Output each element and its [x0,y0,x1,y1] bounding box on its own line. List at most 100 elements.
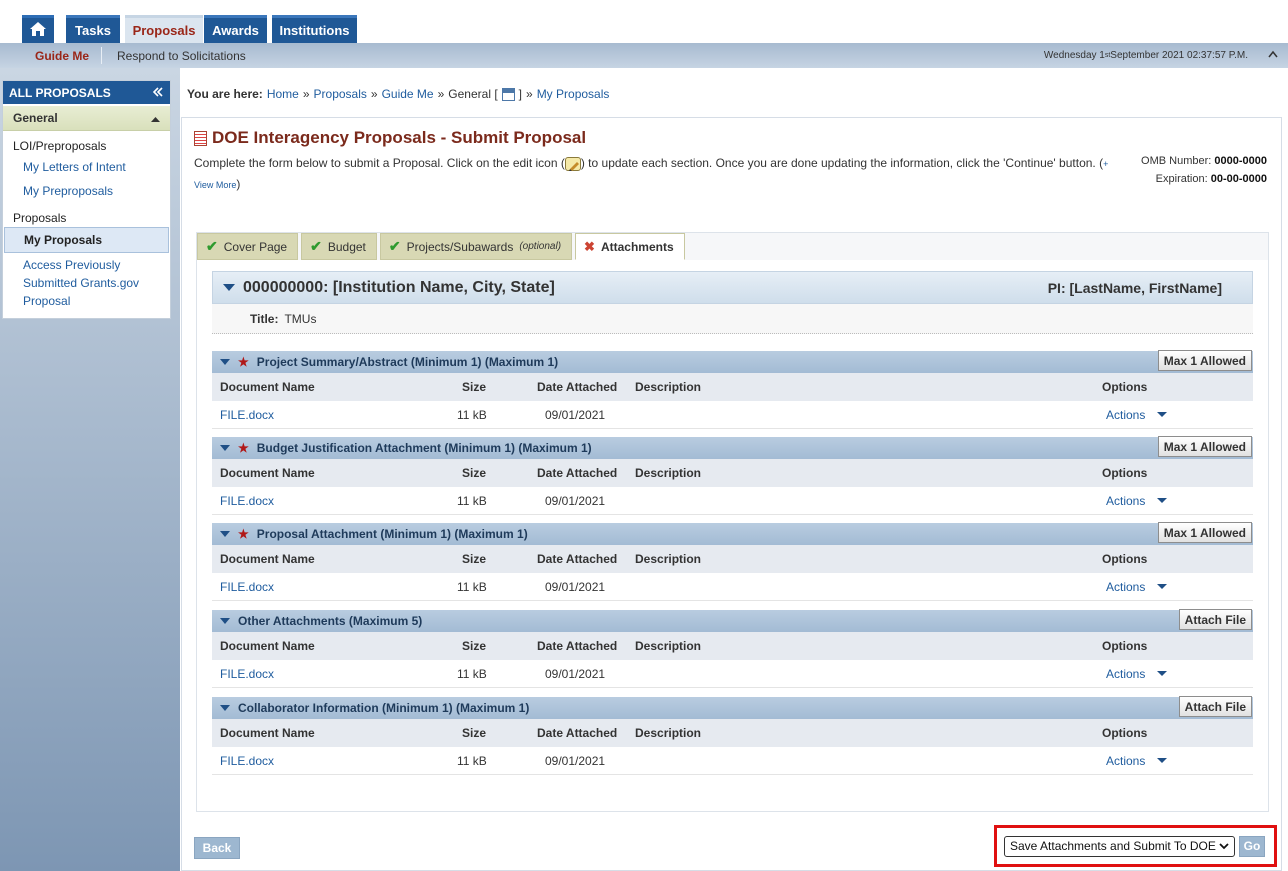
nav-tab-awards[interactable]: Awards [204,15,267,43]
actions-dropdown[interactable]: Actions [1106,408,1168,422]
institution-header[interactable]: 000000000: [Institution Name, City, Stat… [212,271,1253,304]
col-document-name: Document Name [220,466,315,480]
tab-budget[interactable]: ✔ Budget [301,233,377,260]
actions-dropdown[interactable]: Actions [1106,493,1168,508]
institution-name-text: 000000000: [Institution Name, City, Stat… [243,278,555,296]
breadcrumb-home[interactable]: Home [267,87,299,101]
check-icon: ✔ [206,238,218,254]
attachment-section-header[interactable]: ★ Project Summary/Abstract (Minimum 1) (… [212,350,1253,373]
actions-dropdown[interactable]: Actions [1106,580,1168,594]
sidebar-panel: ALL PROPOSALS General LOI/Preproposals M… [2,80,171,319]
attachment-section-header[interactable]: Collaborator Information (Minimum 1) (Ma… [212,696,1253,719]
back-button[interactable]: Back [194,837,240,859]
collapse-triangle-icon[interactable] [220,359,230,365]
col-options: Options [1102,552,1148,566]
view-more-plus[interactable]: + [1103,159,1108,169]
collapse-triangle-icon[interactable] [220,445,230,451]
breadcrumb-separator: » [370,87,378,101]
breadcrumb-my-proposals[interactable]: My Proposals [537,87,610,101]
col-size: Size [462,639,487,653]
sidebar-link-letters-of-intent[interactable]: My Letters of Intent [3,155,170,179]
table-row: FILE.docx 11 kB 09/01/2021 Actions [212,660,1253,688]
intro-close: ) [236,177,241,191]
nav-tab-institutions[interactable]: Institutions [272,15,357,43]
col-options: Options [1102,380,1148,394]
institution-name: 000000000: [Institution Name, City, Stat… [223,279,555,297]
max-allowed-button[interactable]: Max 1 Allowed [1157,522,1252,543]
max-allowed-button[interactable]: Max 1 Allowed [1157,350,1252,371]
sidebar: ALL PROPOSALS General LOI/Preproposals M… [0,68,180,871]
attachment-section-header[interactable]: ★ Budget Justification Attachment (Minim… [212,436,1253,459]
sidebar-link-my-proposals[interactable]: My Proposals [4,227,169,253]
breadcrumb-proposals[interactable]: Proposals [314,87,367,101]
col-description: Description [635,466,702,480]
attachment-section-title: Other Attachments (Maximum 5) [238,614,423,628]
sidebar-link-preproposals[interactable]: My Preproposals [3,179,170,203]
tab-attachments[interactable]: ✖ Attachments [575,233,685,260]
omb-label: OMB Number: [1141,155,1212,167]
go-button[interactable]: Go [1239,835,1265,857]
file-size: 11 kB [457,666,487,681]
subnav-divider [101,47,102,64]
tab-projects-subawards[interactable]: ✔ Projects/Subawards (optional) [379,233,573,260]
submit-action-select[interactable]: Save Attachments and Submit To DOE [1004,835,1235,857]
collapse-triangle-icon[interactable] [220,618,230,624]
required-star-icon: ★ [238,441,249,455]
max-allowed-button[interactable]: Max 1 Allowed [1157,436,1252,457]
col-date-attached: Date Attached [537,726,618,740]
nav-tab-tasks[interactable]: Tasks [66,15,120,43]
attachment-section-header[interactable]: Other Attachments (Maximum 5) Attach Fil… [212,609,1253,632]
collapse-triangle-icon[interactable] [220,531,230,537]
table-header: Document Name Size Date Attached Descrip… [212,632,1253,660]
collapse-header-icon[interactable] [1268,47,1278,61]
attach-file-button[interactable]: Attach File [1178,696,1252,717]
attachment-section-title: Budget Justification Attachment (Minimum… [256,441,592,455]
tab-cover-page[interactable]: ✔ Cover Page [197,233,299,260]
tab-row: ✔ Cover Page ✔ Budget ✔ Projects/Subawar… [197,233,685,260]
proposal-tabs: ✔ Cover Page ✔ Budget ✔ Projects/Subawar… [196,232,1269,812]
collapse-triangle-icon[interactable] [223,284,235,291]
calendar-icon[interactable] [501,87,515,101]
required-star-icon: ★ [238,527,249,541]
subnav-respond-to-solicitations[interactable]: Respond to Solicitations [117,43,246,68]
actions-dropdown[interactable]: Actions [1106,667,1168,681]
nav-tab-proposals[interactable]: Proposals [125,15,203,43]
collapse-sidebar-icon[interactable] [152,86,164,100]
file-link[interactable]: FILE.docx [220,580,274,594]
subnav-guide-me[interactable]: Guide Me [35,43,89,68]
home-button[interactable] [22,15,54,43]
file-link[interactable]: FILE.docx [220,494,274,508]
tab-label: Attachments [600,239,674,254]
tab-label: Budget [327,239,366,254]
page-title-text: DOE Interagency Proposals - Submit Propo… [212,128,587,147]
sidebar-group-proposals: Proposals [13,211,67,225]
file-date: 09/01/2021 [545,579,606,594]
actions-dropdown[interactable]: Actions [1106,754,1168,768]
table-header: Document Name Size Date Attached Descrip… [212,373,1253,401]
breadcrumb-general: General [ [448,87,498,101]
chevron-down-icon [1157,412,1168,417]
col-date-attached: Date Attached [537,552,618,566]
collapse-triangle-icon[interactable] [220,705,230,711]
expiration-value: 00-00-0000 [1210,173,1267,185]
breadcrumb-separator: » [526,87,533,101]
file-link[interactable]: FILE.docx [220,754,274,768]
breadcrumb-guide-me[interactable]: Guide Me [382,87,434,101]
attachment-section-header[interactable]: ★ Proposal Attachment (Minimum 1) (Maxim… [212,522,1253,545]
file-link[interactable]: FILE.docx [220,667,274,681]
home-icon [29,21,47,40]
table-row: FILE.docx 11 kB 09/01/2021 Actions [212,747,1253,775]
view-more-link[interactable]: View More [194,180,236,190]
sidebar-section-general[interactable]: General [3,106,170,131]
sidebar-link-grants-gov[interactable]: Access Previously Submitted Grants.gov P… [3,253,170,318]
col-size: Size [462,466,487,480]
sub-navigation: Guide Me Respond to Solicitations Wednes… [0,43,1288,68]
actions-label: Actions [1106,493,1146,508]
title-label: Title: [250,311,279,326]
table-row: FILE.docx 11 kB 09/01/2021 Actions [212,573,1253,601]
attach-file-button[interactable]: Attach File [1178,609,1252,630]
current-datetime: Wednesday 1st September 2021 02:37:57 P.… [1044,43,1248,68]
file-link[interactable]: FILE.docx [220,408,274,422]
sidebar-header: ALL PROPOSALS [3,81,170,104]
form-icon [194,130,207,146]
